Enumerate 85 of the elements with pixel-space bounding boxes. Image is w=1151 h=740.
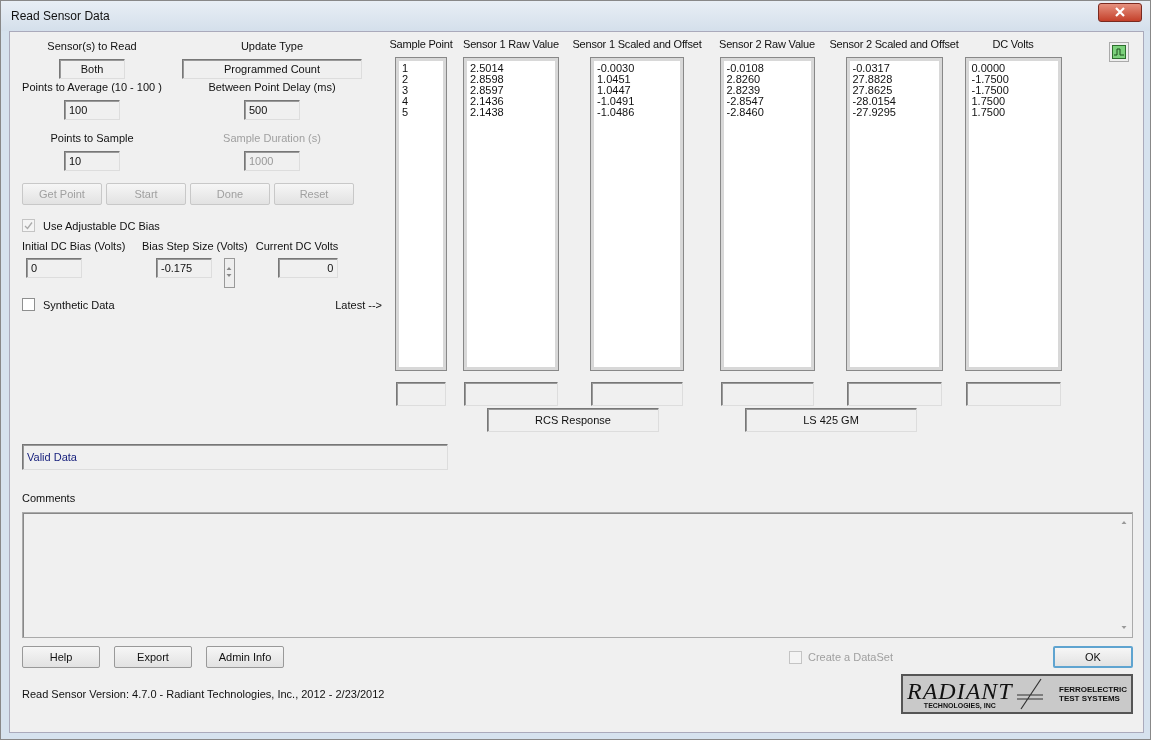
list-item: -1.7500 <box>971 85 1010 96</box>
column-header: Sensor 1 Scaled and Offset <box>572 38 702 50</box>
value-list[interactable]: -0.0108 2.8260 2.8239 -2.8547 -2.8460 <box>720 58 814 370</box>
list-item: 0.0000 <box>971 63 1007 74</box>
comments-label: Comments <box>22 492 77 504</box>
dialog-button[interactable]: Admin Info <box>206 646 284 668</box>
input-field[interactable]: 0 <box>26 258 82 278</box>
list-item: 1.0447 <box>597 85 632 96</box>
field-label: Points to Average (10 - 100 ) <box>22 81 162 93</box>
window-title: Read Sensor Data <box>11 9 110 23</box>
sensor-display: Both <box>59 59 125 79</box>
column-header: Sensor 1 Raw Value <box>463 38 559 50</box>
list-item: -0.0108 <box>726 63 765 74</box>
comments-textarea[interactable] <box>22 512 1133 638</box>
value-list[interactable]: -0.0030 1.0451 1.0447 -1.0491 -1.0486 <box>591 58 683 370</box>
list-item: -0.0317 <box>852 63 891 74</box>
list-item: 1.7500 <box>971 96 1007 107</box>
close-button[interactable] <box>1098 2 1142 22</box>
field-label: Sensor(s) to Read <box>47 40 137 52</box>
checkbox-label: Create a DataSet <box>808 651 893 663</box>
input-field[interactable]: 10 <box>64 151 120 171</box>
list-item: 4 <box>402 96 410 107</box>
ok-button[interactable]: OK <box>1053 646 1133 668</box>
update-type-display: Programmed Count <box>182 59 362 79</box>
list-item: -2.8547 <box>726 96 765 107</box>
column-header: Sample Point <box>389 38 453 50</box>
dialog-button[interactable]: Help <box>22 646 100 668</box>
list-item: 5 <box>402 107 410 118</box>
list-item: 2.1438 <box>470 107 505 118</box>
checkbox[interactable] <box>22 298 35 311</box>
input-field[interactable]: -0.175 <box>156 258 212 278</box>
logo-tagline: FERROELECTRIC <box>1059 685 1127 694</box>
list-item: 2.8597 <box>470 85 505 96</box>
list-item: 1.7500 <box>971 107 1007 118</box>
list-item: 27.8828 <box>852 74 894 85</box>
version-text: Read Sensor Version: 4.7.0 - Radiant Technologies, Inc., 2012 - 2/23/2012 <box>22 688 385 700</box>
dialog-button[interactable]: Export <box>114 646 192 668</box>
list-item: 1.0451 <box>597 74 632 85</box>
spin-button[interactable] <box>224 258 235 288</box>
field-label: Update Type <box>240 40 304 52</box>
list-item: 3 <box>402 85 410 96</box>
value-list[interactable]: 1 2 3 4 5 <box>396 58 446 370</box>
field-label: Sample Duration (s) <box>223 132 321 144</box>
field-label: Bias Step Size (Volts) <box>142 240 248 252</box>
column-header: Sensor 2 Scaled and Offset <box>829 38 959 50</box>
checkbox-label: Synthetic Data <box>43 298 115 311</box>
sensor-name-display: RCS Response <box>487 408 659 432</box>
input-field[interactable]: 100 <box>64 100 120 120</box>
column-header: DC Volts <box>992 38 1034 50</box>
field-label: Between Point Delay (ms) <box>208 81 336 93</box>
value-list[interactable]: 2.5014 2.8598 2.8597 2.1436 2.1438 <box>464 58 558 370</box>
list-item: 2.1436 <box>470 96 505 107</box>
checkbox-label: Use Adjustable DC Bias <box>43 219 160 232</box>
list-item: -28.0154 <box>852 96 897 107</box>
list-item: -1.0486 <box>597 107 636 118</box>
logo-name: RADIANT <box>907 679 1013 702</box>
logo-tagline: TEST SYSTEMS <box>1059 694 1121 703</box>
hysteresis-icon <box>1014 677 1045 711</box>
sensor-name-display: LS 425 GM <box>745 408 917 432</box>
close-icon <box>1114 7 1126 17</box>
latest-label: Latest --> <box>335 298 382 311</box>
readout-field: 0 <box>278 258 339 278</box>
list-item: 27.8625 <box>852 85 894 96</box>
field-label: Points to Sample <box>50 132 134 144</box>
list-item: 1 <box>402 63 410 74</box>
status-field: Valid Data <box>22 444 448 470</box>
field-label: Current DC Volts <box>255 240 339 252</box>
column-header: Sensor 2 Raw Value <box>719 38 815 50</box>
list-item: 2.8598 <box>470 74 505 85</box>
list-item: -1.0491 <box>597 96 636 107</box>
list-item: 2.8260 <box>726 74 762 85</box>
list-item: -0.0030 <box>597 63 636 74</box>
field-label: Initial DC Bias (Volts) <box>22 240 127 252</box>
list-item: 2.8239 <box>726 85 762 96</box>
latest-value-field <box>396 382 446 406</box>
value-list[interactable]: -0.0317 27.8828 27.8625 -28.0154 -27.9295 <box>846 58 942 370</box>
chart-icon <box>1112 45 1126 59</box>
input-field[interactable]: 500 <box>244 100 300 120</box>
list-item: 2.5014 <box>470 63 505 74</box>
list-item: 2 <box>402 74 410 85</box>
chart-button[interactable] <box>1109 42 1129 62</box>
list-item: -27.9295 <box>852 107 897 118</box>
list-item: -1.7500 <box>971 74 1010 85</box>
value-list[interactable]: 0.0000 -1.7500 -1.7500 1.7500 1.7500 <box>965 58 1061 370</box>
list-item: -2.8460 <box>726 107 765 118</box>
